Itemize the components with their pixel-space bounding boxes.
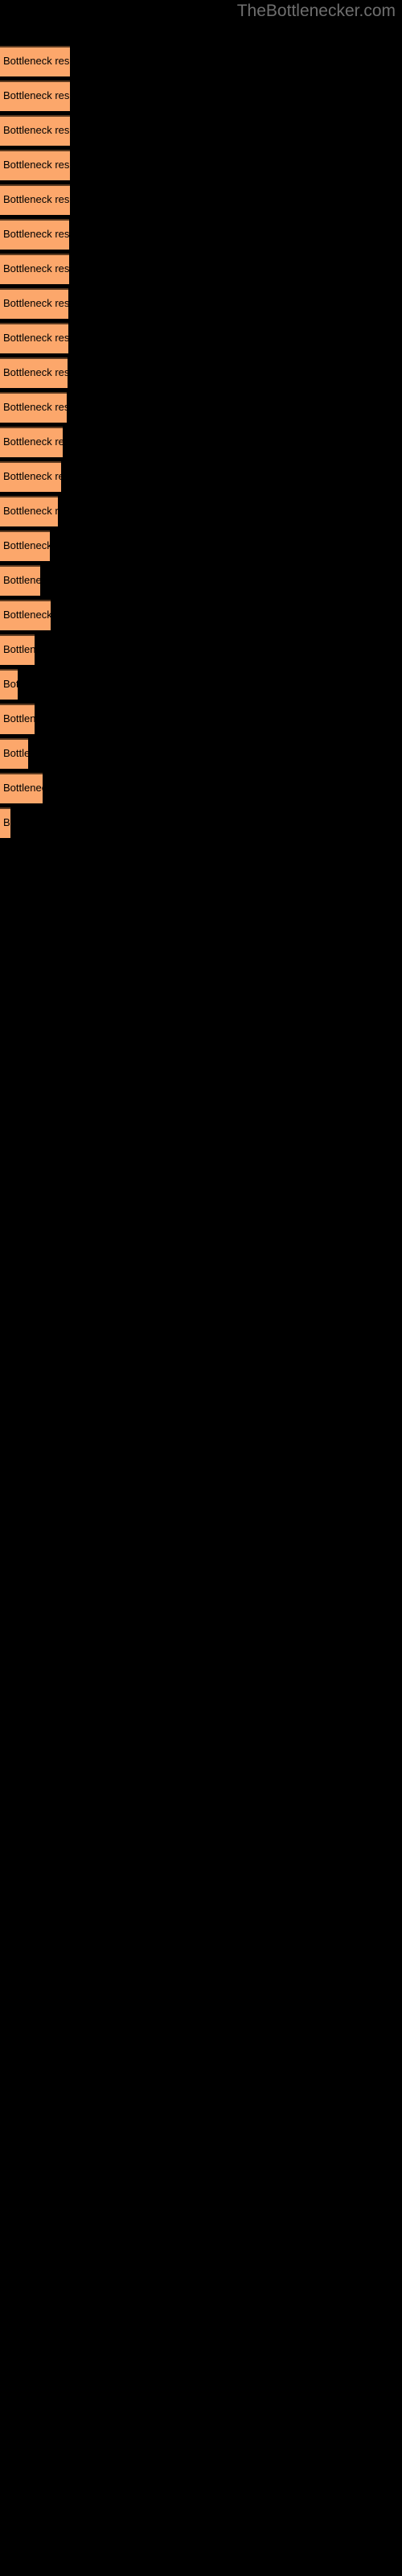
- bar-label: Bottleneck result: [3, 816, 10, 828]
- bar-label: Bottleneck result: [3, 747, 28, 759]
- bar: Bottleneck result: [0, 392, 67, 423]
- bar: Bottleneck result: [0, 634, 35, 665]
- bar-label: Bottleneck result: [3, 193, 70, 205]
- bar-label: Bottleneck result: [3, 678, 18, 690]
- bar-label: Bottleneck result: [3, 712, 35, 724]
- bar-label: Bottleneck result: [3, 228, 69, 240]
- bar-label: Bottleneck result: [3, 574, 40, 586]
- bar: Bottleneck result: [0, 80, 70, 111]
- bar-label: Bottleneck result: [3, 124, 70, 136]
- bar-label: Bottleneck result: [3, 89, 70, 101]
- bar-label: Bottleneck result: [3, 55, 70, 67]
- bar: Bottleneck result: [0, 46, 70, 76]
- bar-label: Bottleneck result: [3, 643, 35, 655]
- bar: Bottleneck result: [0, 669, 18, 700]
- bar: Bottleneck result: [0, 150, 70, 180]
- bar-label: Bottleneck result: [3, 297, 68, 309]
- bar: Bottleneck result: [0, 738, 28, 769]
- bar: Bottleneck result: [0, 115, 70, 146]
- bar: Bottleneck result: [0, 807, 10, 838]
- bar: Bottleneck result: [0, 288, 68, 319]
- bar: Bottleneck result: [0, 773, 43, 803]
- bar-label: Bottleneck result: [3, 539, 50, 551]
- bar: Bottleneck result: [0, 427, 63, 457]
- bar: Bottleneck result: [0, 496, 58, 526]
- bar: Bottleneck result: [0, 530, 50, 561]
- bar-label: Bottleneck result: [3, 262, 69, 275]
- bar: Bottleneck result: [0, 323, 68, 353]
- bar-label: Bottleneck result: [3, 366, 68, 378]
- bar-label: Bottleneck result: [3, 505, 58, 517]
- bottleneck-bar-chart: Bottleneck result Bottleneck result Bottle…: [0, 0, 402, 2576]
- bar-label: Bottleneck result: [3, 782, 43, 794]
- bar-label: Bottleneck result: [3, 401, 67, 413]
- bar-label: Bottleneck result: [3, 159, 70, 171]
- bar-label: Bottleneck result: [3, 470, 61, 482]
- bar-label: Bottleneck result: [3, 609, 51, 621]
- bar-label: Bottleneck result: [3, 436, 63, 448]
- bar: Bottleneck result: [0, 461, 61, 492]
- bar: Bottleneck result: [0, 357, 68, 388]
- bar-label: Bottleneck result: [3, 332, 68, 344]
- bar: Bottleneck result: [0, 219, 69, 250]
- bar: Bottleneck result: [0, 565, 40, 596]
- bar: Bottleneck result: [0, 254, 69, 284]
- bar: Bottleneck result: [0, 184, 70, 215]
- bar: Bottleneck result: [0, 704, 35, 734]
- bar: Bottleneck result: [0, 600, 51, 630]
